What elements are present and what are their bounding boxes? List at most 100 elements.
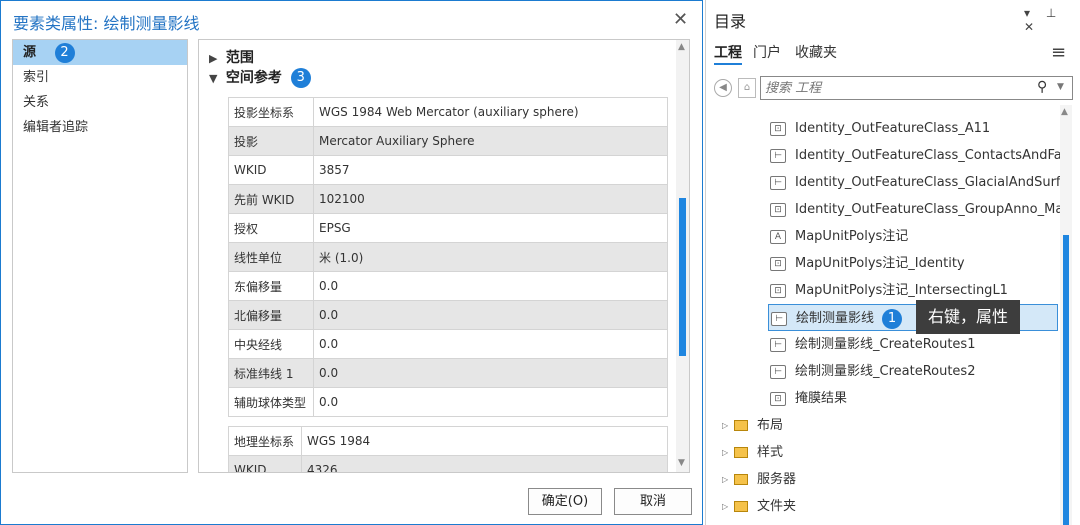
chevron-right-icon: ▶ xyxy=(209,52,218,65)
section-label: 范围 xyxy=(225,50,254,66)
property-row: 授权 EPSG xyxy=(228,213,668,243)
section-label: 空间参考 xyxy=(225,70,282,86)
property-key: 东偏移量 xyxy=(228,271,314,301)
property-key: 投影 xyxy=(228,126,314,156)
catalog-item-label: 绘制测量影线_CreateRoutes1 xyxy=(795,337,976,352)
dialog-title: 要素类属性: 绘制测量影线 xyxy=(13,14,200,33)
extent-section-header[interactable]: ▶ 范围 xyxy=(209,47,254,67)
expand-icon[interactable]: ▷ xyxy=(722,493,734,520)
cancel-button[interactable]: 取消 xyxy=(614,488,692,515)
catalog-item-label: Identity_OutFeatureClass_GroupAnno_Ma xyxy=(795,202,1064,217)
close-icon[interactable]: ✕ xyxy=(673,9,688,30)
property-key: 授权 xyxy=(228,213,314,243)
property-value: 3857 xyxy=(313,155,668,185)
polygon-feature-icon: ⊡ xyxy=(770,391,786,406)
property-row: 辅助球体类型 0.0 xyxy=(228,387,668,417)
step-badge: 3 xyxy=(290,68,311,88)
nav-item-label: 源 xyxy=(23,45,37,60)
folder-icon xyxy=(734,474,748,485)
catalog-item[interactable]: ⊢ 绘制测量影线_CreateRoutes1 xyxy=(770,331,975,358)
nav-item-editor-tracking[interactable]: 编辑者追踪 xyxy=(13,115,187,140)
catalog-item-label: MapUnitPolys注记 xyxy=(795,229,909,244)
search-icon[interactable]: ⚲ xyxy=(1037,79,1047,95)
polygon-feature-icon: ⊡ xyxy=(770,283,786,298)
property-value: 0.0 xyxy=(313,300,668,330)
hamburger-menu-icon[interactable]: ≡ xyxy=(1051,42,1066,63)
tab-portal[interactable]: 门户 xyxy=(753,42,781,62)
chevron-down-icon[interactable]: ▼ xyxy=(1057,82,1064,92)
line-feature-icon: ⊢ xyxy=(771,311,787,326)
property-row: 中央经线 0.0 xyxy=(228,329,668,359)
dialog-nav-pane: 源 2 索引 关系 编辑者追踪 xyxy=(12,39,188,473)
scrollbar-thumb[interactable] xyxy=(1063,235,1069,525)
expand-icon[interactable]: ▷ xyxy=(722,439,734,466)
catalog-item[interactable]: ⊢ 绘制测量影线_CreateRoutes2 xyxy=(770,358,975,385)
feature-class-properties-dialog: 要素类属性: 绘制测量影线 ✕ 源 2 索引 关系 编辑者追踪 ▶ 范围 ▼ 空… xyxy=(0,0,703,525)
catalog-item[interactable]: ⊡ 掩膜结果 xyxy=(770,385,847,412)
scrollbar-thumb[interactable] xyxy=(679,198,686,356)
property-row: 投影 Mercator Auxiliary Sphere xyxy=(228,126,668,156)
property-value: 0.0 xyxy=(313,271,668,301)
nav-item-label: 关系 xyxy=(23,95,50,110)
catalog-item[interactable]: ⊢ Identity_OutFeatureClass_GlacialAndSurf… xyxy=(770,169,1064,196)
pane-controls[interactable]: ▾ ⊥ ✕ xyxy=(1024,6,1080,34)
nav-item-relationships[interactable]: 关系 xyxy=(13,90,187,115)
catalog-item-label: MapUnitPolys注记_Identity xyxy=(795,256,965,271)
catalog-item-label: 绘制测量影线_CreateRoutes2 xyxy=(795,364,976,379)
line-feature-icon: ⊢ xyxy=(770,175,786,190)
geographic-coordinate-system-table: 地理坐标系 WGS 1984 WKID 4326 xyxy=(228,426,668,472)
property-key: 线性单位 xyxy=(228,242,314,272)
property-row: WKID 3857 xyxy=(228,155,668,185)
polygon-feature-icon: ⊡ xyxy=(770,121,786,136)
property-row: 北偏移量 0.0 xyxy=(228,300,668,330)
context-hint-tooltip: 右键，属性 xyxy=(916,300,1021,334)
step-badge: 2 xyxy=(54,42,75,63)
property-value: Mercator Auxiliary Sphere xyxy=(313,126,668,156)
nav-item-index[interactable]: 索引 xyxy=(13,65,187,90)
catalog-folder[interactable]: ▷ 布局 xyxy=(722,412,783,439)
back-icon[interactable]: ◀ xyxy=(714,79,732,97)
catalog-item-label: Identity_OutFeatureClass_ContactsAndFa xyxy=(795,148,1062,163)
tab-project[interactable]: 工程 xyxy=(714,42,742,65)
property-key: 辅助球体类型 xyxy=(228,387,314,417)
catalog-item[interactable]: ⊡ Identity_OutFeatureClass_A11 xyxy=(770,115,990,142)
search-box: ⚲ ▼ xyxy=(760,76,1073,100)
projected-coordinate-system-table: 投影坐标系 WGS 1984 Web Mercator (auxiliary sp… xyxy=(228,97,668,417)
catalog-item[interactable]: ⊡ MapUnitPolys注记_Identity xyxy=(770,250,965,277)
nav-item-source[interactable]: 源 2 xyxy=(13,40,187,65)
scroll-up-icon[interactable]: ▲ xyxy=(678,42,685,52)
properties-pane: ▶ 范围 ▼ 空间参考 3 投影坐标系 WGS 1984 Web Mercator… xyxy=(198,39,690,473)
ok-button[interactable]: 确定(O) xyxy=(528,488,602,515)
catalog-item[interactable]: ⊢ Identity_OutFeatureClass_ContactsAndFa xyxy=(770,142,1062,169)
property-value: WGS 1984 Web Mercator (auxiliary sphere) xyxy=(313,97,668,127)
property-key: 投影坐标系 xyxy=(228,97,314,127)
catalog-folder[interactable]: ▷ 文件夹 xyxy=(722,493,796,520)
catalog-item-label: 绘制测量影线 xyxy=(796,311,875,326)
expand-icon[interactable]: ▷ xyxy=(722,412,734,439)
property-row: 投影坐标系 WGS 1984 Web Mercator (auxiliary sp… xyxy=(228,97,668,127)
property-value: 4326 xyxy=(301,455,668,472)
line-feature-icon: ⊢ xyxy=(770,364,786,379)
tree-scrollbar[interactable]: ▲ xyxy=(1060,105,1072,525)
search-input[interactable] xyxy=(765,80,1015,97)
property-value: 102100 xyxy=(313,184,668,214)
spatial-ref-section-header[interactable]: ▼ 空间参考 3 xyxy=(209,67,311,88)
scroll-down-icon[interactable]: ▼ xyxy=(678,458,685,468)
catalog-item-label: Identity_OutFeatureClass_A11 xyxy=(795,121,991,136)
property-value: 0.0 xyxy=(313,358,668,388)
vertical-scrollbar[interactable]: ▲ ▼ xyxy=(676,40,689,472)
catalog-folder[interactable]: ▷ 服务器 xyxy=(722,466,796,493)
expand-icon[interactable]: ▷ xyxy=(722,466,734,493)
home-icon[interactable]: ⌂ xyxy=(738,78,756,98)
catalog-item[interactable]: ⊡ Identity_OutFeatureClass_GroupAnno_Ma xyxy=(770,196,1063,223)
catalog-folder[interactable]: ▷ 样式 xyxy=(722,439,783,466)
nav-item-label: 索引 xyxy=(23,70,50,85)
catalog-item-label: 掩膜结果 xyxy=(795,391,848,406)
catalog-item-label: Identity_OutFeatureClass_GlacialAndSurfi xyxy=(795,175,1065,190)
scroll-up-icon[interactable]: ▲ xyxy=(1061,107,1068,117)
tab-favorites[interactable]: 收藏夹 xyxy=(795,42,837,62)
property-key: 中央经线 xyxy=(228,329,314,359)
catalog-tree: ⊡ Identity_OutFeatureClass_A11 ⊢ Identity_O… xyxy=(706,105,1080,525)
property-row: 标准纬线 1 0.0 xyxy=(228,358,668,388)
catalog-item[interactable]: A MapUnitPolys注记 xyxy=(770,223,908,250)
